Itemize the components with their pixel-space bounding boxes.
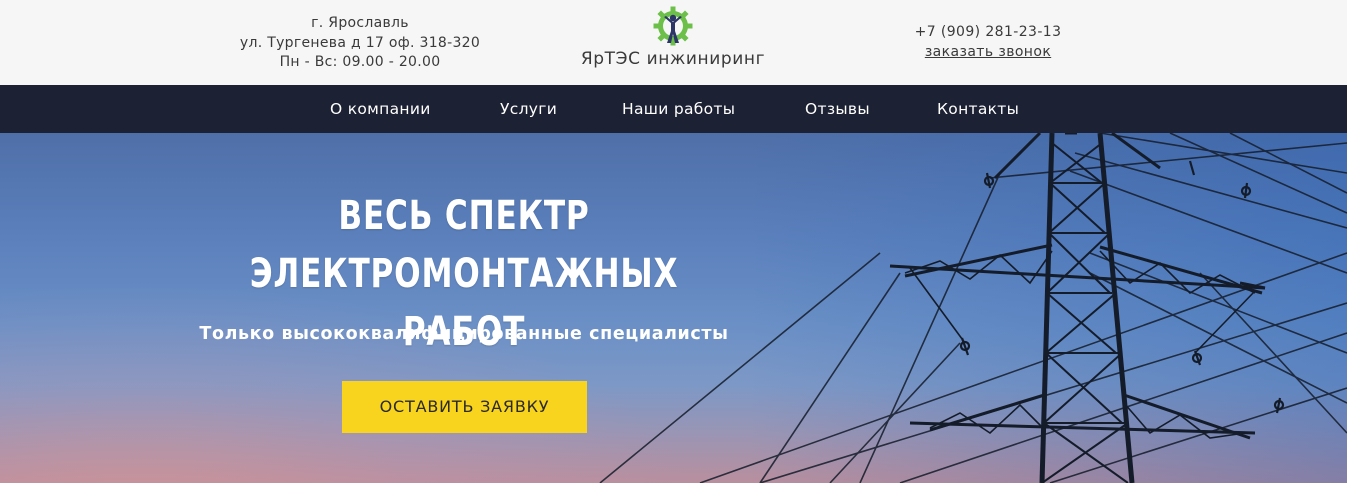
- nav-item-services[interactable]: Услуги: [500, 85, 557, 133]
- nav-item-reviews[interactable]: Отзывы: [805, 85, 870, 133]
- brand[interactable]: ЯрТЭС инжиниринг: [548, 5, 798, 69]
- submit-request-button[interactable]: ОСТАВИТЬ ЗАЯВКУ: [342, 381, 587, 433]
- address-street: ул. Тургенева д 17 оф. 318-320: [239, 34, 481, 51]
- hero-title-line-1: ВЕСЬ СПЕКТР: [338, 193, 590, 239]
- nav-item-works[interactable]: Наши работы: [622, 85, 735, 133]
- brand-name: ЯрТЭС инжиниринг: [580, 49, 766, 69]
- address-city: г. Ярославль: [311, 15, 409, 31]
- nav-item-about[interactable]: О компании: [330, 85, 431, 133]
- working-hours: Пн - Вс: 09.00 - 20.00: [279, 54, 441, 70]
- phone-number[interactable]: +7 (909) 281-23-13: [890, 23, 1086, 43]
- hero-subtitle: Только высококвалифицированные специалис…: [199, 324, 729, 344]
- callback-link[interactable]: заказать звонок: [890, 43, 1086, 63]
- site-header: г. Ярославль ул. Тургенева д 17 оф. 318-…: [0, 0, 1347, 85]
- gear-person-logo-icon: [653, 6, 693, 46]
- nav-item-contacts[interactable]: Контакты: [937, 85, 1019, 133]
- main-navigation: О компании Услуги Наши работы Отзывы Кон…: [0, 85, 1347, 133]
- contacts-block: +7 (909) 281-23-13 заказать звонок: [890, 23, 1086, 62]
- hero-banner: ВЕСЬ СПЕКТР ЭЛЕКТРОМОНТАЖНЫХ РАБОТ Тольк…: [0, 133, 1347, 483]
- address-block: г. Ярославль ул. Тургенева д 17 оф. 318-…: [220, 14, 500, 73]
